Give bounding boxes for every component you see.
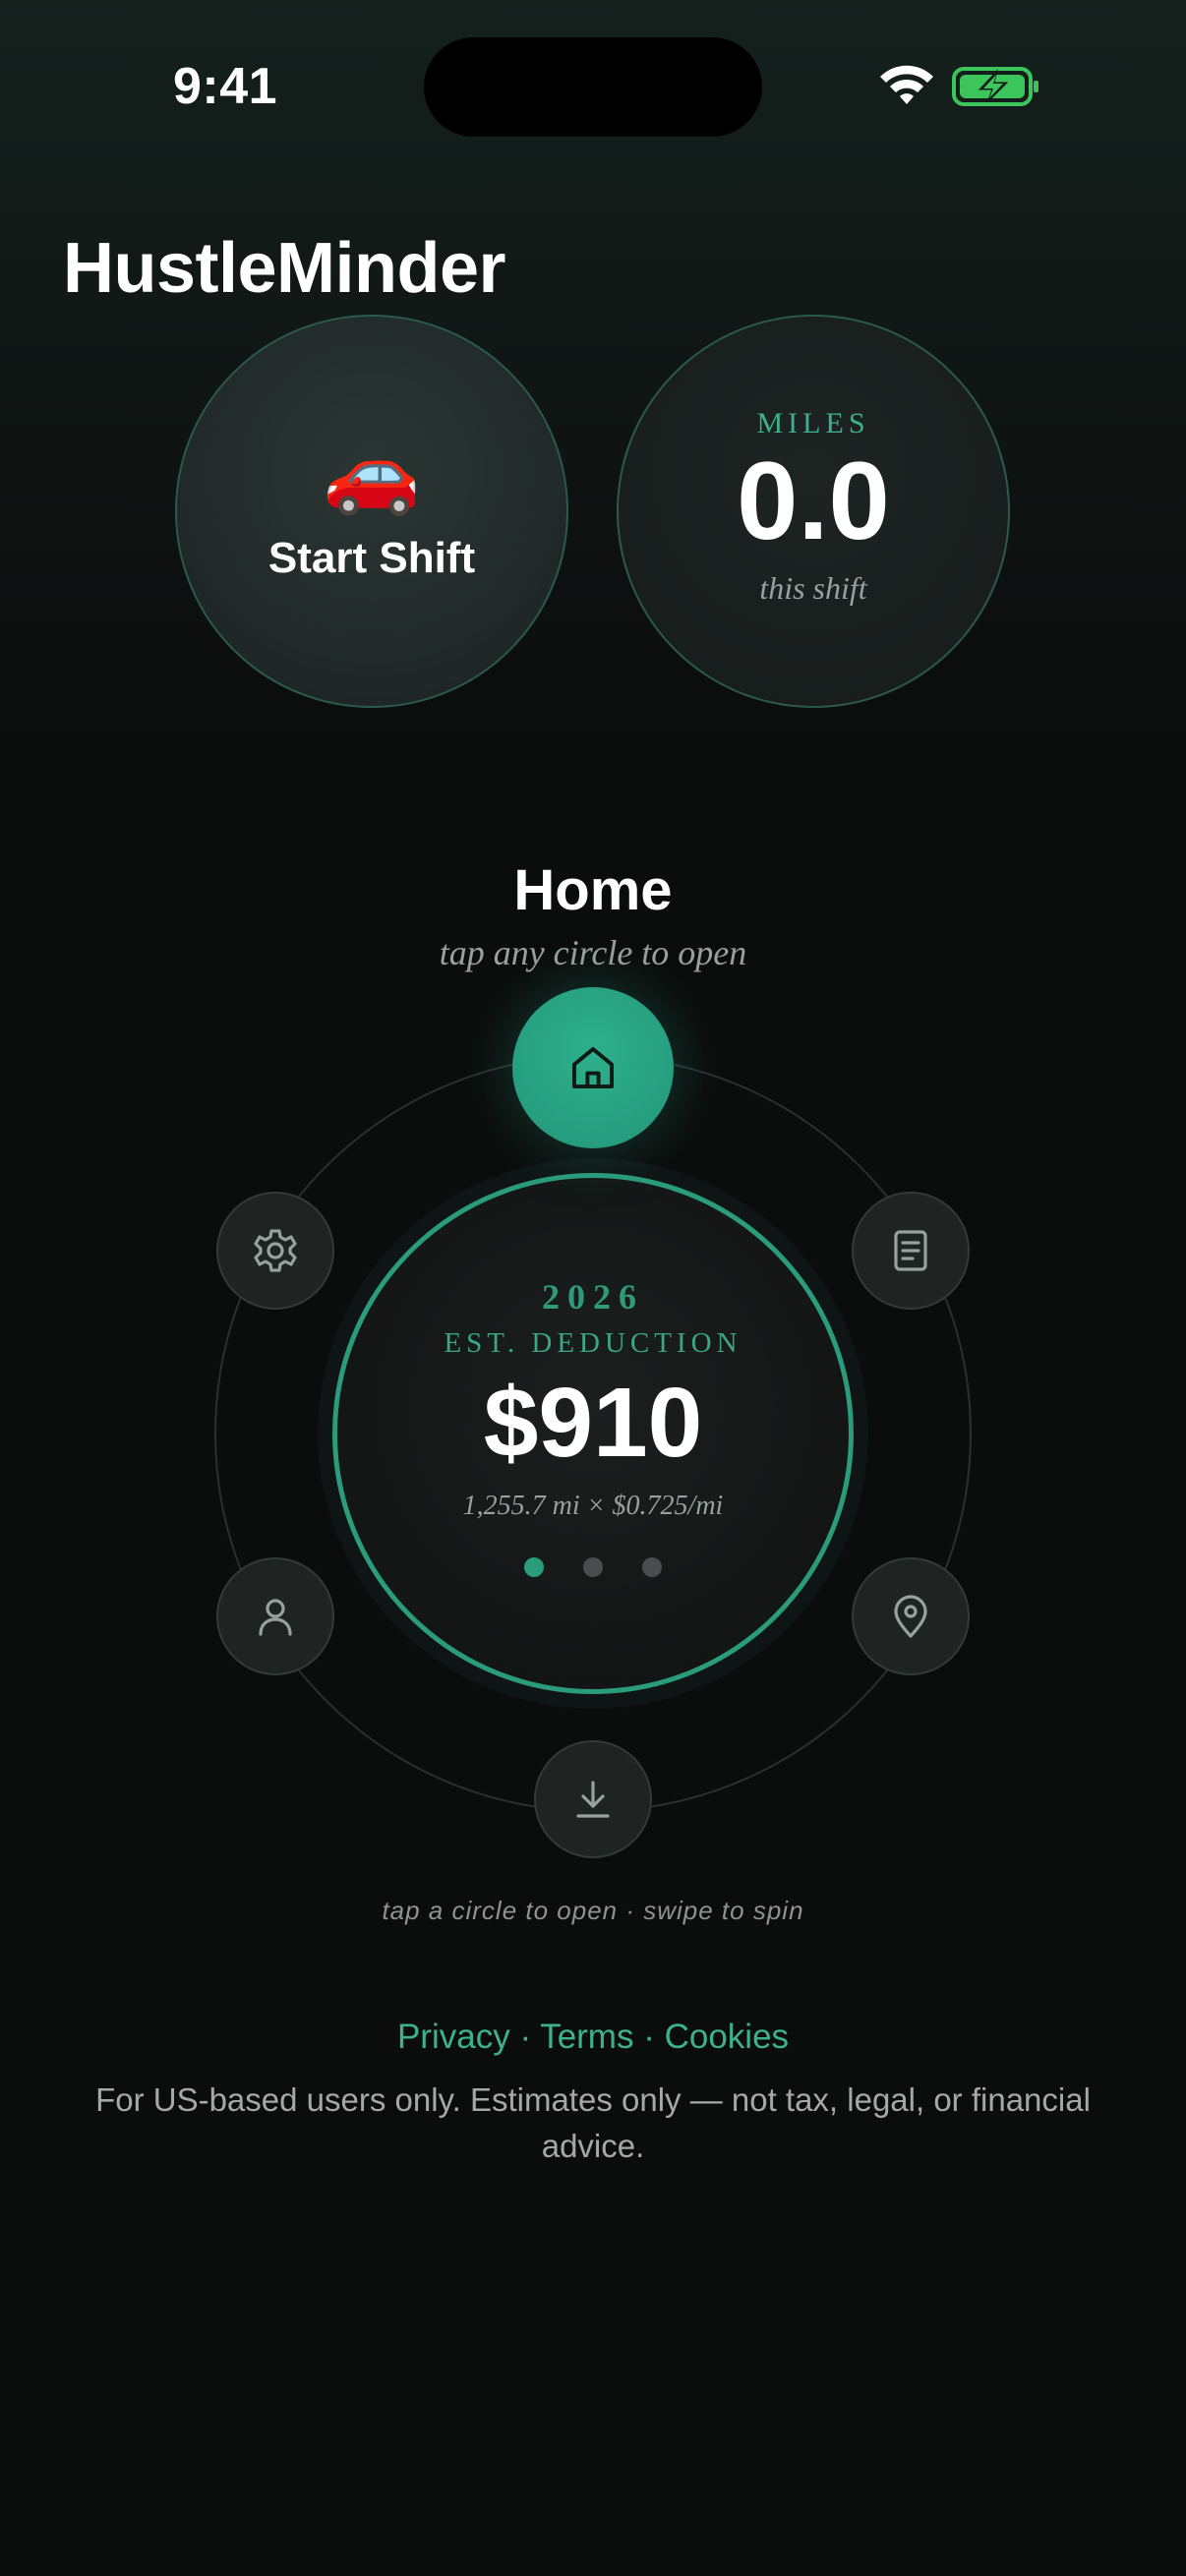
map-pin-icon bbox=[894, 1595, 927, 1638]
nav-export-button[interactable] bbox=[534, 1740, 652, 1858]
battery-charging-icon bbox=[952, 67, 1038, 106]
page-dot[interactable] bbox=[642, 1557, 662, 1577]
page-dot[interactable] bbox=[583, 1557, 603, 1577]
dial-label: EST. DEDUCTION bbox=[444, 1327, 742, 1359]
separator: · bbox=[519, 2018, 541, 2056]
nav-locations-button[interactable] bbox=[852, 1557, 970, 1675]
cookies-link[interactable]: Cookies bbox=[665, 2018, 789, 2056]
miles-counter: MILES 0.0 this shift bbox=[617, 315, 1010, 708]
deduction-dial[interactable]: 2026 EST. DEDUCTION $910 1,255.7 mi × $0… bbox=[332, 1173, 854, 1694]
separator: · bbox=[643, 2018, 665, 2056]
section-subtitle: tap any circle to open bbox=[439, 933, 747, 972]
document-icon bbox=[894, 1230, 927, 1271]
start-shift-button[interactable]: 🚗 Start Shift bbox=[175, 315, 568, 708]
nav-profile-button[interactable] bbox=[216, 1557, 334, 1675]
dynamic-island bbox=[424, 37, 762, 137]
deduction-formula: 1,255.7 mi × $0.725/mi bbox=[462, 1491, 724, 1521]
wheel-hint: tap a circle to open · swipe to spin bbox=[382, 1896, 804, 1925]
page-dot[interactable] bbox=[524, 1557, 544, 1577]
deduction-amount: $910 bbox=[483, 1368, 703, 1478]
start-shift-label: Start Shift bbox=[267, 534, 476, 582]
disclaimer: For US-based users only. Estimates only … bbox=[95, 2081, 1091, 2164]
app-title: HustleMinder bbox=[63, 229, 506, 308]
status-bar: 9:41 bbox=[0, 0, 1186, 138]
nav-settings-button[interactable] bbox=[216, 1192, 334, 1310]
miles-subtitle: this shift bbox=[759, 569, 867, 606]
footer-links: Privacy · Terms · Cookies bbox=[0, 2018, 1186, 2057]
section-title: Home bbox=[513, 858, 673, 922]
page-indicator bbox=[524, 1557, 662, 1577]
dial-year: 2026 bbox=[542, 1277, 644, 1317]
miles-value: 0.0 bbox=[737, 439, 890, 562]
nav-documents-button[interactable] bbox=[852, 1192, 970, 1310]
home-icon bbox=[572, 1047, 614, 1088]
person-icon bbox=[259, 1599, 292, 1636]
terms-link[interactable]: Terms bbox=[540, 2018, 633, 2056]
download-icon bbox=[576, 1781, 610, 1818]
car-icon: 🚗 bbox=[323, 429, 421, 516]
status-time: 9:41 bbox=[173, 58, 278, 115]
miles-label: MILES bbox=[756, 406, 870, 439]
privacy-link[interactable]: Privacy bbox=[397, 2018, 510, 2056]
wifi-icon bbox=[880, 65, 933, 104]
gear-icon bbox=[254, 1229, 297, 1272]
nav-home-button[interactable] bbox=[512, 987, 674, 1148]
